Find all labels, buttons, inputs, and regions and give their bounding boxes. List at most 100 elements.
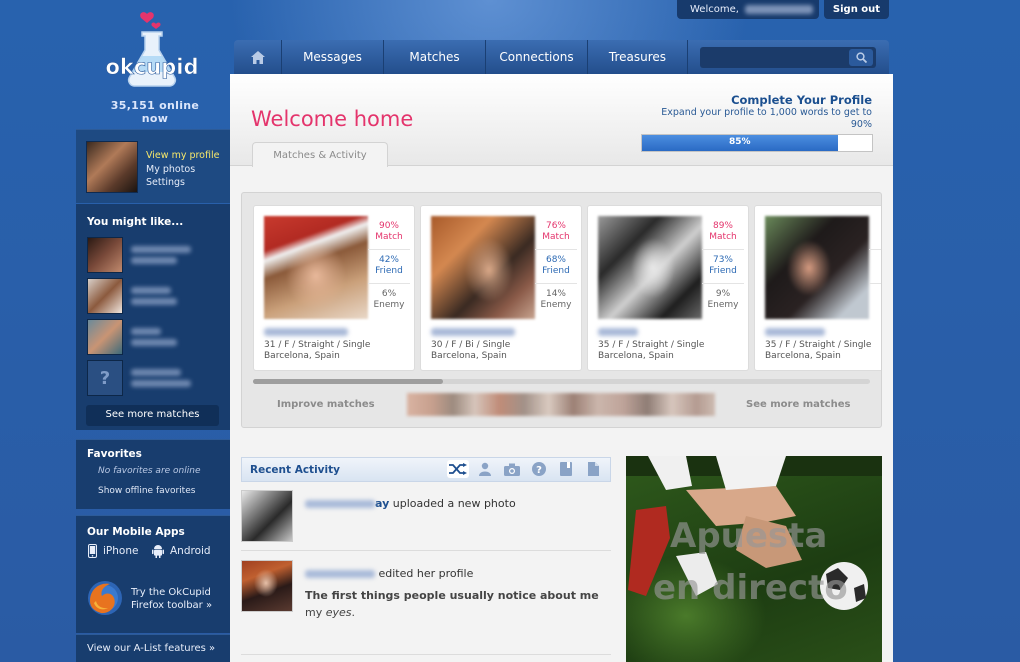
profile-progress-fill: 85% (642, 135, 838, 151)
enemy-label: Enemy (540, 300, 572, 310)
welcome-label: Welcome, (690, 4, 739, 15)
firefox-toolbar-link[interactable]: Try the OkCupid Firefox toolbar » (131, 586, 212, 612)
friend-label: F (869, 266, 881, 277)
friend-percent: 68% (545, 255, 566, 265)
friend-label: Friend (375, 266, 403, 276)
match-card[interactable]: 6M 5F 2E 35 / F / Straight / SingleBarce… (754, 205, 881, 371)
activity-line: ay uploaded a new photo (305, 497, 516, 510)
match-location: Barcelona, Spain (264, 351, 340, 361)
match-percent: 76% (545, 221, 566, 231)
carousel-scrollbar[interactable] (253, 379, 870, 384)
enemy-label: Enemy (707, 300, 739, 310)
home-icon (250, 50, 265, 64)
document-icon (587, 462, 599, 476)
android-app-link[interactable]: Android (152, 544, 211, 558)
my-photos-link[interactable]: My photos (146, 163, 219, 177)
match-card[interactable]: 90% Match 42% Friend 6% Enemy 31 / F / Stra… (253, 205, 415, 371)
activity-section-title: The first things people usually notice a… (305, 589, 599, 602)
home-tab[interactable] (234, 40, 282, 74)
suggested-user-name[interactable] (131, 246, 191, 253)
suggested-user-name[interactable] (131, 369, 181, 376)
person-icon (479, 462, 491, 476)
complete-profile-title[interactable]: Complete Your Profile (650, 93, 872, 107)
favorites-panel: Favorites No favorites are online Show o… (76, 439, 230, 509)
match-thumbnails-strip[interactable] (407, 393, 715, 416)
alist-features-link[interactable]: View our A-List features » (76, 634, 230, 662)
shuffle-filter[interactable] (447, 460, 469, 478)
activity-username-blurred[interactable] (305, 500, 375, 508)
tab-matches[interactable]: Matches (384, 40, 486, 74)
see-more-matches-link[interactable]: See more matches (746, 399, 850, 410)
activity-username-blurred[interactable] (305, 570, 375, 578)
welcome-user-box[interactable]: Welcome, (677, 0, 819, 19)
my-profile-photo[interactable] (86, 141, 138, 193)
settings-link[interactable]: Settings (146, 176, 219, 190)
match-photo[interactable] (431, 216, 535, 319)
okcupid-logo[interactable]: okcupid (104, 8, 200, 96)
match-username[interactable] (431, 328, 515, 336)
match-username[interactable] (765, 328, 825, 336)
search-box (700, 47, 876, 68)
improve-matches-link[interactable]: Improve matches (277, 399, 375, 410)
activity-action: uploaded a new photo (392, 497, 516, 510)
activity-divider (241, 550, 611, 551)
suggested-user-avatar-placeholder[interactable]: ? (87, 360, 123, 396)
show-offline-favorites-link[interactable]: Show offline favorites (98, 486, 195, 496)
search-button[interactable] (849, 49, 873, 66)
suggested-user-meta (131, 298, 177, 305)
firefox-line1: Try the OkCupid (131, 587, 211, 598)
enemy-percent: 6% (381, 289, 397, 299)
match-details: 35 / F / Straight / Single (598, 340, 705, 350)
match-photo[interactable] (264, 216, 368, 319)
iphone-label: iPhone (103, 545, 139, 557)
activity-username-suffix[interactable]: ay (375, 497, 389, 510)
firefox-line2: Firefox toolbar » (131, 600, 213, 611)
profile-edits-filter[interactable] (582, 460, 604, 478)
match-username[interactable] (598, 328, 638, 336)
match-photo[interactable] (598, 216, 702, 319)
suggested-user-avatar[interactable] (87, 319, 123, 355)
android-label: Android (170, 545, 211, 557)
suggested-user-meta (131, 257, 177, 264)
suggested-user-name[interactable] (131, 328, 161, 335)
firefox-icon[interactable] (86, 579, 124, 617)
sidebar-see-more-matches-button[interactable]: See more matches (86, 405, 219, 426)
friend-percent: 42% (378, 255, 399, 265)
suggested-user-name[interactable] (131, 287, 171, 294)
enemy-percent: 14% (545, 289, 566, 299)
no-favorites-text: No favorites are online (98, 466, 201, 476)
android-icon (152, 545, 164, 558)
question-icon: ? (532, 462, 546, 476)
activity-thumbnail[interactable] (241, 490, 293, 542)
match-location: Barcelona, Spain (765, 351, 841, 361)
svg-text:?: ? (536, 465, 542, 476)
tab-connections[interactable]: Connections (486, 40, 588, 74)
sports-betting-ad[interactable]: Apuesta en directo (626, 456, 882, 662)
photos-filter[interactable] (501, 460, 523, 478)
journal-filter[interactable] (555, 460, 577, 478)
friend-percent: 73% (712, 255, 733, 265)
profile-progress-bar: 85% (641, 134, 873, 152)
carousel-scroll-thumb[interactable] (253, 379, 443, 384)
you-might-like-panel: You might like... ? See more matches (76, 204, 230, 430)
username-blurred[interactable] (745, 4, 814, 14)
tab-messages[interactable]: Messages (282, 40, 384, 74)
tab-matches-activity[interactable]: Matches & Activity (252, 142, 388, 167)
match-username[interactable] (264, 328, 348, 336)
iphone-app-link[interactable]: iPhone (88, 544, 138, 558)
match-photo[interactable] (765, 216, 869, 319)
suggested-user-avatar[interactable] (87, 237, 123, 273)
questions-filter[interactable]: ? (528, 460, 550, 478)
sign-out-button[interactable]: Sign out (824, 0, 889, 19)
people-filter[interactable] (474, 460, 496, 478)
match-label: Match (375, 232, 403, 242)
tab-treasures[interactable]: Treasures (588, 40, 688, 74)
activity-thumbnail[interactable] (241, 560, 293, 612)
match-percent: 6 (869, 221, 881, 232)
match-card[interactable]: 76% Match 68% Friend 14% Enemy 30 / F / Bi … (420, 205, 582, 371)
main-content: Welcome home Matches & Activity Complete… (230, 74, 893, 662)
match-card[interactable]: 89% Match 73% Friend 9% Enemy 35 / F / Stra… (587, 205, 749, 371)
view-my-profile-link[interactable]: View my profile (146, 149, 219, 163)
search-input[interactable] (704, 49, 844, 65)
suggested-user-avatar[interactable] (87, 278, 123, 314)
